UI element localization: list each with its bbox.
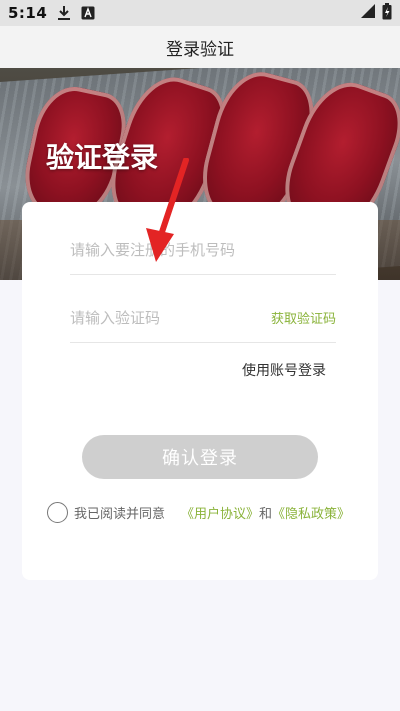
get-code-button[interactable]: 获取验证码 <box>271 308 336 327</box>
agreement-and: 和 <box>259 506 273 522</box>
agreement-row: 我已阅读并同意 《用户协议》 和 《隐私政策》 <box>47 500 350 524</box>
phone-field[interactable] <box>70 225 336 275</box>
agree-checkbox[interactable] <box>47 501 68 523</box>
download-icon <box>57 5 71 21</box>
battery-icon <box>382 2 392 24</box>
user-agreement-link[interactable]: 《用户协议》 <box>181 503 259 522</box>
status-bar: 5:14 <box>0 0 400 26</box>
page-title: 登录验证 <box>166 39 234 60</box>
code-input[interactable] <box>70 308 250 327</box>
annotation-arrow-icon <box>146 158 189 262</box>
privacy-policy-link[interactable]: 《隐私政策》 <box>272 503 350 522</box>
status-time: 5:14 <box>8 4 48 22</box>
login-card: 获取验证码 使用账号登录 确认登录 我已阅读并同意 《用户协议》 和 《隐私政策… <box>22 202 378 580</box>
code-field[interactable]: 获取验证码 <box>70 293 336 343</box>
confirm-login-button[interactable]: 确认登录 <box>82 435 318 479</box>
title-bar: 登录验证 <box>0 26 400 68</box>
signal-icon <box>360 3 376 23</box>
account-login-link[interactable]: 使用账号登录 <box>242 360 326 380</box>
text-a-icon <box>81 6 95 20</box>
agreement-prefix: 我已阅读并同意 <box>74 506 166 522</box>
